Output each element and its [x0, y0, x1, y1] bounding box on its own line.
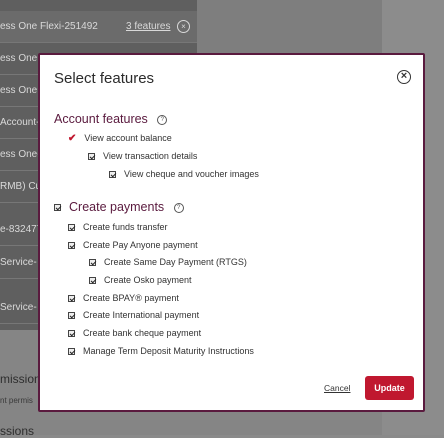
feature-create-same-day-payment[interactable]: Create Same Day Payment (RTGS) — [89, 257, 247, 267]
background-text: nt permis — [0, 396, 33, 405]
dialog-title: Select features — [54, 70, 155, 87]
checkbox[interactable] — [68, 330, 75, 338]
feature-label: Create Same Day Payment (RTGS) — [104, 257, 247, 267]
features-link[interactable]: 3 features — [126, 11, 170, 42]
feature-create-bank-cheque-payment[interactable]: Create bank cheque payment — [68, 328, 201, 338]
feature-label: View account balance — [84, 133, 172, 143]
background-row-label: ess One Flexi-251492 — [0, 21, 98, 32]
help-icon[interactable]: ? — [173, 202, 184, 213]
feature-view-cheque-images[interactable]: View cheque and voucher images — [109, 169, 259, 179]
select-features-dialog: Select features × Account features ? ✔ Vi… — [38, 53, 425, 412]
background-heading: mission — [0, 372, 41, 386]
checkbox[interactable] — [89, 277, 96, 285]
checkmark-icon: ✔ — [68, 133, 77, 144]
background-row-label: ess One- — [0, 149, 41, 160]
close-icon[interactable]: × — [397, 70, 411, 84]
checkbox[interactable] — [68, 312, 75, 320]
checkbox[interactable] — [89, 259, 96, 267]
feature-create-pay-anyone[interactable]: Create Pay Anyone payment — [68, 240, 198, 250]
background-heading: ssions — [0, 424, 35, 438]
feature-label: Create BPAY® payment — [83, 293, 179, 303]
feature-label: View cheque and voucher images — [124, 169, 259, 179]
background-row-label: Service- — [0, 257, 37, 268]
create-payments-title: Create payments — [69, 200, 165, 214]
feature-label: Create Osko payment — [104, 275, 192, 285]
feature-manage-term-deposit[interactable]: Manage Term Deposit Maturity Instruction… — [68, 346, 254, 356]
create-payments-heading[interactable]: Create payments ? — [54, 200, 184, 214]
remove-icon[interactable]: × — [177, 20, 190, 33]
feature-label: Create Pay Anyone payment — [83, 240, 198, 250]
account-features-heading: Account features ? — [54, 112, 168, 126]
feature-label: View transaction details — [103, 151, 198, 161]
checkbox[interactable] — [88, 153, 95, 161]
help-icon[interactable]: ? — [157, 114, 168, 125]
checkbox[interactable] — [68, 224, 75, 232]
cancel-link[interactable]: Cancel — [324, 383, 350, 393]
checkbox[interactable] — [68, 295, 75, 303]
background-row[interactable]: ess One Flexi-251492 3 features × — [0, 11, 197, 43]
feature-label: Create International payment — [83, 310, 200, 320]
background-row-label: ess One — [0, 53, 38, 64]
checkbox[interactable] — [54, 204, 61, 212]
background-row-label: Service- — [0, 302, 37, 313]
feature-create-funds-transfer[interactable]: Create funds transfer — [68, 222, 168, 232]
background-row-label: e-832477 — [0, 224, 43, 235]
feature-label: Manage Term Deposit Maturity Instruction… — [83, 346, 254, 356]
background-row-label: Account- — [0, 117, 40, 128]
feature-create-international-payment[interactable]: Create International payment — [68, 310, 199, 320]
background-row-label: RMB) Cu — [0, 181, 42, 192]
checkbox[interactable] — [68, 242, 75, 250]
feature-view-transaction-details[interactable]: View transaction details — [88, 151, 197, 161]
feature-label: Create bank cheque payment — [83, 328, 202, 338]
feature-create-osko-payment[interactable]: Create Osko payment — [89, 275, 192, 285]
feature-view-account-balance: ✔ View account balance — [68, 133, 172, 144]
checkbox[interactable] — [68, 348, 75, 356]
update-button[interactable]: Update — [365, 376, 414, 400]
feature-create-bpay-payment[interactable]: Create BPAY® payment — [68, 293, 179, 303]
checkbox[interactable] — [109, 171, 116, 179]
account-features-title: Account features — [54, 112, 148, 126]
feature-label: Create funds transfer — [83, 222, 168, 232]
background-row-label: ess One — [0, 85, 38, 96]
